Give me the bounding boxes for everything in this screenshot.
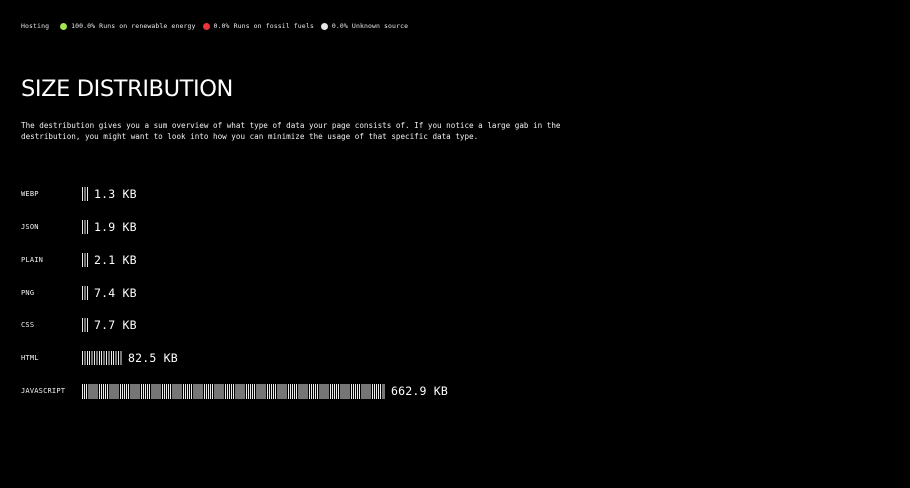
row-label: CSS: [21, 321, 35, 329]
size-row-html: HTML 82.5 KB: [21, 348, 178, 368]
legend-unknown-label: 0.0% Unknown source: [331, 22, 409, 30]
unknown-dot-icon: [320, 22, 328, 30]
size-bar: [82, 383, 385, 399]
renewable-dot-icon: [60, 22, 68, 30]
size-row-css: CSS 7.7 KB: [21, 315, 137, 335]
fossil-dot-icon: [202, 22, 210, 30]
legend-renewable-label: 100.0% Runs on renewable energy: [71, 22, 196, 30]
size-bar: [82, 318, 88, 332]
size-row-webp: WEBP 1.3 KB: [21, 184, 137, 204]
size-bar: [82, 351, 122, 365]
row-value: 1.3 KB: [94, 187, 137, 201]
row-label: HTML: [21, 354, 39, 362]
row-value: 7.7 KB: [94, 318, 137, 332]
row-label: PLAIN: [21, 256, 44, 264]
size-bar: [82, 187, 88, 201]
size-row-json: JSON 1.9 KB: [21, 217, 137, 237]
row-label: JSON: [21, 223, 39, 231]
size-row-javascript: JAVASCRIPT 662.9 KB: [21, 381, 448, 401]
row-label: JAVASCRIPT: [21, 387, 66, 395]
row-value: 82.5 KB: [128, 351, 178, 365]
row-value: 7.4 KB: [94, 286, 137, 300]
row-value: 1.9 KB: [94, 220, 137, 234]
size-bar: [82, 220, 88, 234]
hosting-legend: Hosting 100.0% Runs on renewable energy …: [21, 22, 415, 30]
size-row-plain: PLAIN 2.1 KB: [21, 250, 137, 270]
legend-fossil: 0.0% Runs on fossil fuels: [202, 22, 314, 30]
legend-renewable: 100.0% Runs on renewable energy: [60, 22, 195, 30]
size-bar: [82, 253, 88, 267]
page-title: SIZE DISTRIBUTION: [21, 76, 233, 102]
description: The destribution gives you a sum overvie…: [21, 121, 561, 141]
hosting-label: Hosting: [21, 22, 50, 30]
legend-fossil-label: 0.0% Runs on fossil fuels: [213, 22, 314, 30]
row-label: PNG: [21, 289, 35, 297]
row-label: WEBP: [21, 190, 39, 198]
size-row-png: PNG 7.4 KB: [21, 283, 137, 303]
row-value: 2.1 KB: [94, 253, 137, 267]
row-value: 662.9 KB: [391, 384, 448, 398]
size-bar: [82, 286, 88, 300]
legend-unknown: 0.0% Unknown source: [320, 22, 409, 30]
